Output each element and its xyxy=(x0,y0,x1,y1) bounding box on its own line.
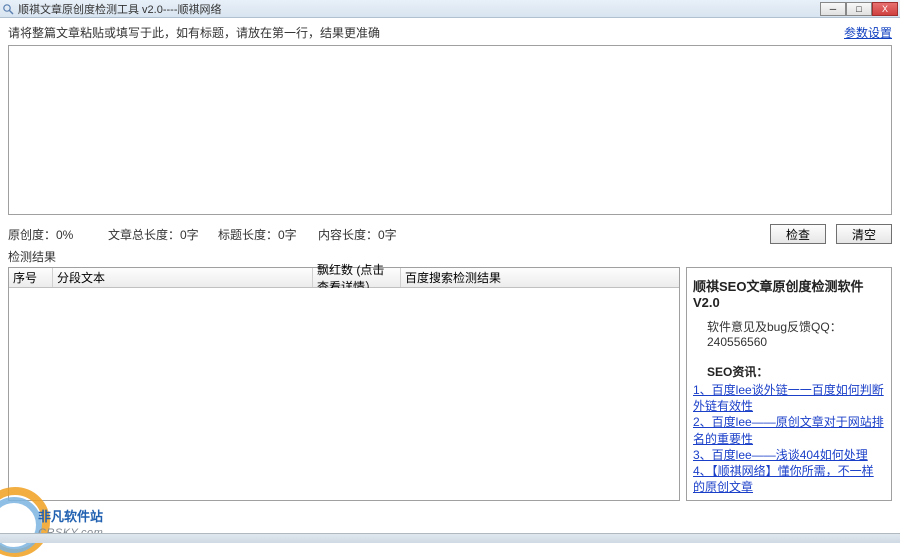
col-highlight-count[interactable]: 飘红数 (点击查看详情） xyxy=(313,268,401,287)
stats-row: 原创度：0% 文章总长度：0字 标题长度：0字 内容长度：0字 检查 清空 xyxy=(8,224,892,244)
stat-originality: 原创度：0% xyxy=(8,226,108,243)
stat-title-length: 标题长度：0字 xyxy=(218,226,318,243)
seo-links-list: 1、百度lee谈外链一一百度如何判断外链有效性 2、百度lee——原创文章对于网… xyxy=(693,382,885,495)
article-input[interactable] xyxy=(8,45,892,215)
stat-body-length: 内容长度：0字 xyxy=(318,226,760,243)
check-button[interactable]: 检查 xyxy=(770,224,826,244)
table-header: 序号 分段文本 飘红数 (点击查看详情） 百度搜索检测结果 xyxy=(9,268,679,288)
results-table: 序号 分段文本 飘红数 (点击查看详情） 百度搜索检测结果 xyxy=(8,267,680,501)
app-icon xyxy=(2,3,14,15)
seo-link-2[interactable]: 2、百度lee——原创文章对于网站排名的重要性 xyxy=(693,414,885,446)
watermark-arc-blue-icon xyxy=(0,497,42,553)
clear-button[interactable]: 清空 xyxy=(836,224,892,244)
editor-wrap xyxy=(8,45,892,218)
seo-link-3[interactable]: 3、百度lee——浅谈404如何处理 xyxy=(693,447,885,463)
minimize-button[interactable]: ─ xyxy=(820,2,846,16)
side-feedback: 软件意见及bug反馈QQ：240556560 xyxy=(693,318,885,349)
side-panel: 顺祺SEO文章原创度检测软件V2.0 软件意见及bug反馈QQ：24055656… xyxy=(686,267,892,501)
col-baidu-result[interactable]: 百度搜索检测结果 xyxy=(401,268,679,287)
window-title: 顺祺文章原创度检测工具 v2.0----顺祺网络 xyxy=(18,1,820,17)
side-title: 顺祺SEO文章原创度检测软件V2.0 xyxy=(693,276,885,310)
param-settings-link[interactable]: 参数设置 xyxy=(844,24,892,41)
results-label: 检测结果 xyxy=(8,248,892,265)
seo-news-heading: SEO资讯： xyxy=(693,363,885,380)
input-prompt-label: 请将整篇文章粘贴或填写于此，如有标题，请放在第一行，结果更准确 xyxy=(8,24,380,41)
seo-link-1[interactable]: 1、百度lee谈外链一一百度如何判断外链有效性 xyxy=(693,382,885,414)
window-controls: ─ □ X xyxy=(820,2,898,16)
table-body xyxy=(9,288,679,500)
maximize-button[interactable]: □ xyxy=(846,2,872,16)
col-segment[interactable]: 分段文本 xyxy=(53,268,313,287)
close-button[interactable]: X xyxy=(872,2,898,16)
results-area: 序号 分段文本 飘红数 (点击查看详情） 百度搜索检测结果 顺祺SEO文章原创度… xyxy=(8,267,892,501)
stat-total-length: 文章总长度：0字 xyxy=(108,226,218,243)
watermark-text-cn: 非凡软件站 xyxy=(38,506,103,525)
titlebar: 顺祺文章原创度检测工具 v2.0----顺祺网络 ─ □ X xyxy=(0,0,900,18)
seo-link-4[interactable]: 4、【顺祺网络】懂你所需，不一样的原创文章 xyxy=(693,463,885,495)
top-row: 请将整篇文章粘贴或填写于此，如有标题，请放在第一行，结果更准确 参数设置 xyxy=(8,24,892,41)
content-area: 请将整篇文章粘贴或填写于此，如有标题，请放在第一行，结果更准确 参数设置 原创度… xyxy=(0,18,900,501)
taskbar xyxy=(0,533,900,543)
col-index[interactable]: 序号 xyxy=(9,268,53,287)
